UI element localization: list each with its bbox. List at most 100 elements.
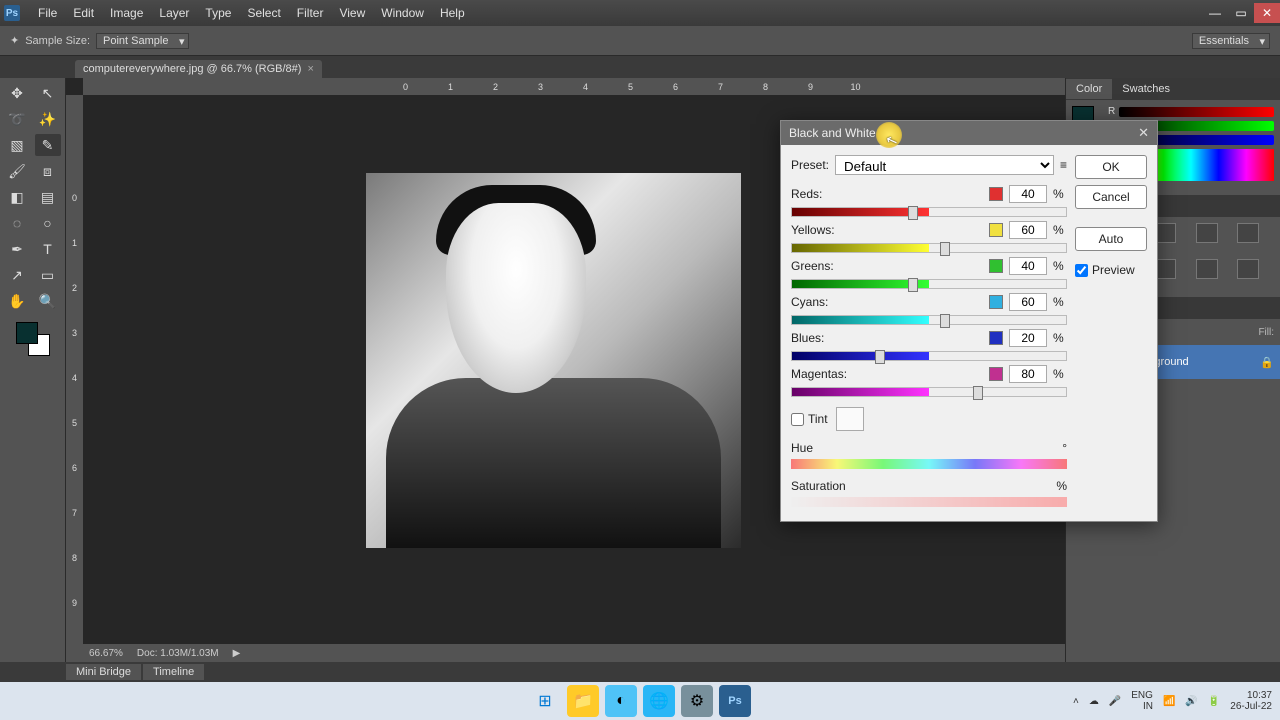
channel-value-input[interactable]: [1009, 293, 1047, 311]
slider-handle[interactable]: [908, 206, 918, 220]
menu-window[interactable]: Window: [373, 2, 432, 24]
slider-handle[interactable]: [875, 350, 885, 364]
tray-chevron-icon[interactable]: ˄: [1073, 696, 1079, 707]
foreground-color-swatch[interactable]: [16, 322, 38, 344]
r-slider[interactable]: [1119, 107, 1274, 117]
menu-layer[interactable]: Layer: [151, 2, 197, 24]
menu-view[interactable]: View: [331, 2, 373, 24]
channel-slider[interactable]: [791, 387, 1067, 397]
preset-menu-icon[interactable]: ≡: [1060, 158, 1067, 172]
sample-size-dropdown[interactable]: Point Sample: [96, 33, 189, 49]
channel-slider[interactable]: [791, 279, 1067, 289]
blur-tool[interactable]: ◌: [4, 212, 30, 234]
menu-select[interactable]: Select: [239, 2, 288, 24]
slider-handle[interactable]: [940, 242, 950, 256]
channel-slider[interactable]: [791, 351, 1067, 361]
channel-value-input[interactable]: [1009, 257, 1047, 275]
workspace-dropdown[interactable]: Essentials: [1192, 33, 1270, 49]
tint-swatch[interactable]: [836, 407, 864, 431]
cancel-button[interactable]: Cancel: [1075, 185, 1147, 209]
adj-icon[interactable]: [1237, 259, 1259, 279]
battery-icon[interactable]: 🔋: [1208, 696, 1220, 707]
type-tool[interactable]: T: [35, 238, 61, 260]
adj-icon[interactable]: [1196, 259, 1218, 279]
document-canvas[interactable]: [366, 173, 741, 548]
crop-tool[interactable]: ▧: [4, 134, 30, 156]
slider-handle[interactable]: [973, 386, 983, 400]
swatches-tab[interactable]: Swatches: [1112, 79, 1180, 99]
tray-locale: IN: [1143, 701, 1153, 712]
pen-tool[interactable]: ✒: [4, 238, 30, 260]
path-tool[interactable]: ↗: [4, 264, 30, 286]
zoom-readout[interactable]: 66.67%: [89, 648, 123, 659]
photoshop-taskbar-icon[interactable]: Ps: [719, 685, 751, 717]
volume-icon[interactable]: 🔊: [1185, 696, 1197, 707]
menu-image[interactable]: Image: [102, 2, 151, 24]
percent-label: %: [1053, 367, 1067, 381]
preset-dropdown[interactable]: Default: [835, 155, 1054, 175]
channel-value-input[interactable]: [1009, 221, 1047, 239]
wand-tool[interactable]: ✨: [35, 108, 61, 130]
hand-tool[interactable]: ✋: [4, 290, 30, 312]
start-icon[interactable]: ⊞: [529, 685, 561, 717]
mini-bridge-tab[interactable]: Mini Bridge: [66, 664, 141, 680]
dodge-tool[interactable]: ○: [35, 212, 61, 234]
adj-icon[interactable]: [1196, 223, 1218, 243]
tint-checkbox[interactable]: Tint: [791, 412, 828, 426]
minimize-button[interactable]: —: [1202, 3, 1228, 23]
brush-tool[interactable]: 🖌: [4, 160, 30, 182]
channel-value-input[interactable]: [1009, 185, 1047, 203]
close-button[interactable]: ✕: [1254, 3, 1280, 23]
color-swatch[interactable]: [16, 322, 50, 356]
channel-slider[interactable]: [791, 207, 1067, 217]
ok-button[interactable]: OK: [1075, 155, 1147, 179]
sample-size-label: Sample Size:: [25, 35, 90, 47]
menu-filter[interactable]: Filter: [289, 2, 332, 24]
gradient-tool[interactable]: ▤: [35, 186, 61, 208]
slider-handle[interactable]: [908, 278, 918, 292]
menu-type[interactable]: Type: [197, 2, 239, 24]
eyedropper-tool-icon[interactable]: ✦: [10, 34, 19, 47]
move-tool[interactable]: ✥: [4, 82, 30, 104]
edge-icon[interactable]: 🌐: [643, 685, 675, 717]
app-icon[interactable]: ◐: [605, 685, 637, 717]
close-tab-icon[interactable]: ×: [307, 63, 313, 75]
onedrive-icon[interactable]: ☁: [1089, 696, 1099, 707]
shape-tool[interactable]: ▭: [35, 264, 61, 286]
dialog-titlebar[interactable]: Black and White ✕: [781, 121, 1157, 145]
stamp-tool[interactable]: ⧈: [35, 160, 61, 182]
dialog-close-icon[interactable]: ✕: [1138, 125, 1149, 141]
playhead-icon[interactable]: ▶: [233, 648, 241, 659]
color-tab[interactable]: Color: [1066, 79, 1112, 99]
wifi-icon[interactable]: 📶: [1163, 696, 1175, 707]
menu-edit[interactable]: Edit: [65, 2, 102, 24]
maximize-button[interactable]: ▭: [1228, 3, 1254, 23]
eyedropper-tool[interactable]: ✎: [35, 134, 61, 156]
slider-handle[interactable]: [940, 314, 950, 328]
tray-lang[interactable]: ENG: [1131, 690, 1153, 701]
eraser-tool[interactable]: ◧: [4, 186, 30, 208]
adj-icon[interactable]: [1237, 223, 1259, 243]
settings-icon[interactable]: ⚙: [681, 685, 713, 717]
channel-value-input[interactable]: [1009, 329, 1047, 347]
menu-help[interactable]: Help: [432, 2, 473, 24]
selection-tool[interactable]: ↖: [35, 82, 61, 104]
timeline-tab[interactable]: Timeline: [143, 664, 204, 680]
lasso-tool[interactable]: ➰: [4, 108, 30, 130]
zoom-tool[interactable]: 🔍: [35, 290, 61, 312]
preview-checkbox[interactable]: Preview: [1075, 263, 1147, 277]
channel-chip: [989, 187, 1003, 201]
lock-icon[interactable]: 🔒: [1260, 356, 1274, 369]
explorer-icon[interactable]: 📁: [567, 685, 599, 717]
tray-time[interactable]: 10:37: [1247, 690, 1272, 701]
tools-panel: ✥ ↖ ➰ ✨ ▧ ✎ 🖌 ⧈ ◧ ▤ ◌ ○ ✒ T ↗ ▭ ✋ 🔍: [0, 78, 66, 662]
document-tab[interactable]: computereverywhere.jpg @ 66.7% (RGB/8#) …: [75, 60, 322, 78]
channel-slider[interactable]: [791, 315, 1067, 325]
channel-chip: [989, 223, 1003, 237]
channel-slider[interactable]: [791, 243, 1067, 253]
auto-button[interactable]: Auto: [1075, 227, 1147, 251]
percent-label: %: [1053, 331, 1067, 345]
channel-value-input[interactable]: [1009, 365, 1047, 383]
mic-icon[interactable]: 🎤: [1109, 696, 1121, 707]
menu-file[interactable]: File: [30, 2, 65, 24]
